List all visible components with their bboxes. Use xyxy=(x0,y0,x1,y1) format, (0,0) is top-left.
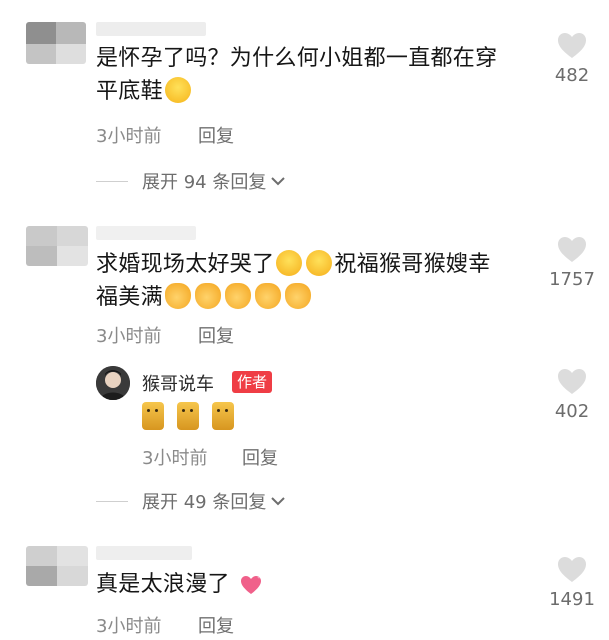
expand-replies-button[interactable]: 展开 49 条回复 xyxy=(96,488,286,514)
expand-replies-button[interactable]: 展开 94 条回复 xyxy=(96,168,286,194)
chevron-down-icon xyxy=(271,177,286,186)
heart-outline-icon xyxy=(558,557,586,582)
comment-text: 真是太浪漫了 xyxy=(96,568,265,601)
heart-outline-icon xyxy=(558,33,586,58)
reply-time: 3小时前 xyxy=(142,448,208,469)
comment-text-line: 真是太浪漫了 xyxy=(96,572,230,597)
comment-text-line: 福美满 xyxy=(96,285,163,310)
comment-text-line: 求婚现场太好哭了 xyxy=(96,252,275,277)
like-button[interactable]: 402 xyxy=(542,368,602,422)
like-button[interactable]: 1491 xyxy=(542,556,602,610)
crying-emoji-icon xyxy=(306,250,333,276)
like-count: 402 xyxy=(554,401,590,422)
reply-button[interactable]: 回复 xyxy=(198,322,234,348)
author-avatar[interactable] xyxy=(96,366,130,400)
clapping-hands-emoji-icon xyxy=(254,283,281,309)
clapping-hands-emoji-icon xyxy=(194,283,221,309)
comment-text-line: 是怀孕了吗？为什么何小姐都一直都在穿 xyxy=(96,46,498,71)
comment-text: 是怀孕了吗？为什么何小姐都一直都在穿 平底鞋 xyxy=(96,42,497,108)
username-blurred[interactable] xyxy=(96,546,192,560)
divider-line xyxy=(96,180,128,182)
like-button[interactable]: 482 xyxy=(542,32,602,86)
doge-sticker-icon xyxy=(177,402,199,430)
blurred-avatar[interactable] xyxy=(26,22,86,64)
like-button[interactable]: 1757 xyxy=(542,236,602,290)
chevron-down-icon xyxy=(271,497,286,506)
reply-button[interactable]: 回复 xyxy=(198,122,234,148)
clapping-hands-emoji-icon xyxy=(224,283,251,309)
heart-outline-icon xyxy=(558,369,586,394)
crying-emoji-icon xyxy=(276,250,303,276)
expand-replies-label: 展开 94 条回复 xyxy=(142,172,267,193)
author-badge: 作者 xyxy=(232,371,273,393)
heart-outline-icon xyxy=(558,237,586,262)
blurred-avatar[interactable] xyxy=(26,226,88,266)
comment-time: 3小时前 xyxy=(96,326,162,347)
avatar-person-icon xyxy=(96,366,130,400)
like-count: 482 xyxy=(554,65,590,86)
username-blurred[interactable] xyxy=(96,226,196,240)
author-name[interactable]: 猴哥说车 xyxy=(142,370,214,396)
reply-button[interactable]: 回复 xyxy=(242,444,278,470)
laughing-tears-emoji-icon xyxy=(164,77,191,103)
like-count: 1491 xyxy=(549,589,595,610)
comment-time: 3小时前 xyxy=(96,616,162,637)
divider-line xyxy=(96,500,128,502)
doge-sticker-icon xyxy=(212,402,234,430)
comment-time: 3小时前 xyxy=(96,126,162,147)
reply-button[interactable]: 回复 xyxy=(198,612,234,638)
clapping-hands-emoji-icon xyxy=(284,283,311,309)
clapping-hands-emoji-icon xyxy=(164,283,191,309)
username-blurred[interactable] xyxy=(96,22,206,36)
blurred-avatar[interactable] xyxy=(26,546,88,586)
like-count: 1757 xyxy=(549,269,595,290)
comment-text: 求婚现场太好哭了 祝福猴哥猴嫂幸 福美满 xyxy=(96,248,491,314)
doge-sticker-icon xyxy=(142,402,164,430)
expand-replies-label: 展开 49 条回复 xyxy=(142,492,267,513)
comment-text-line: 平底鞋 xyxy=(96,79,163,104)
sparkling-heart-emoji-icon xyxy=(241,575,262,594)
comment-text-line: 祝福猴哥猴嫂幸 xyxy=(334,252,491,277)
